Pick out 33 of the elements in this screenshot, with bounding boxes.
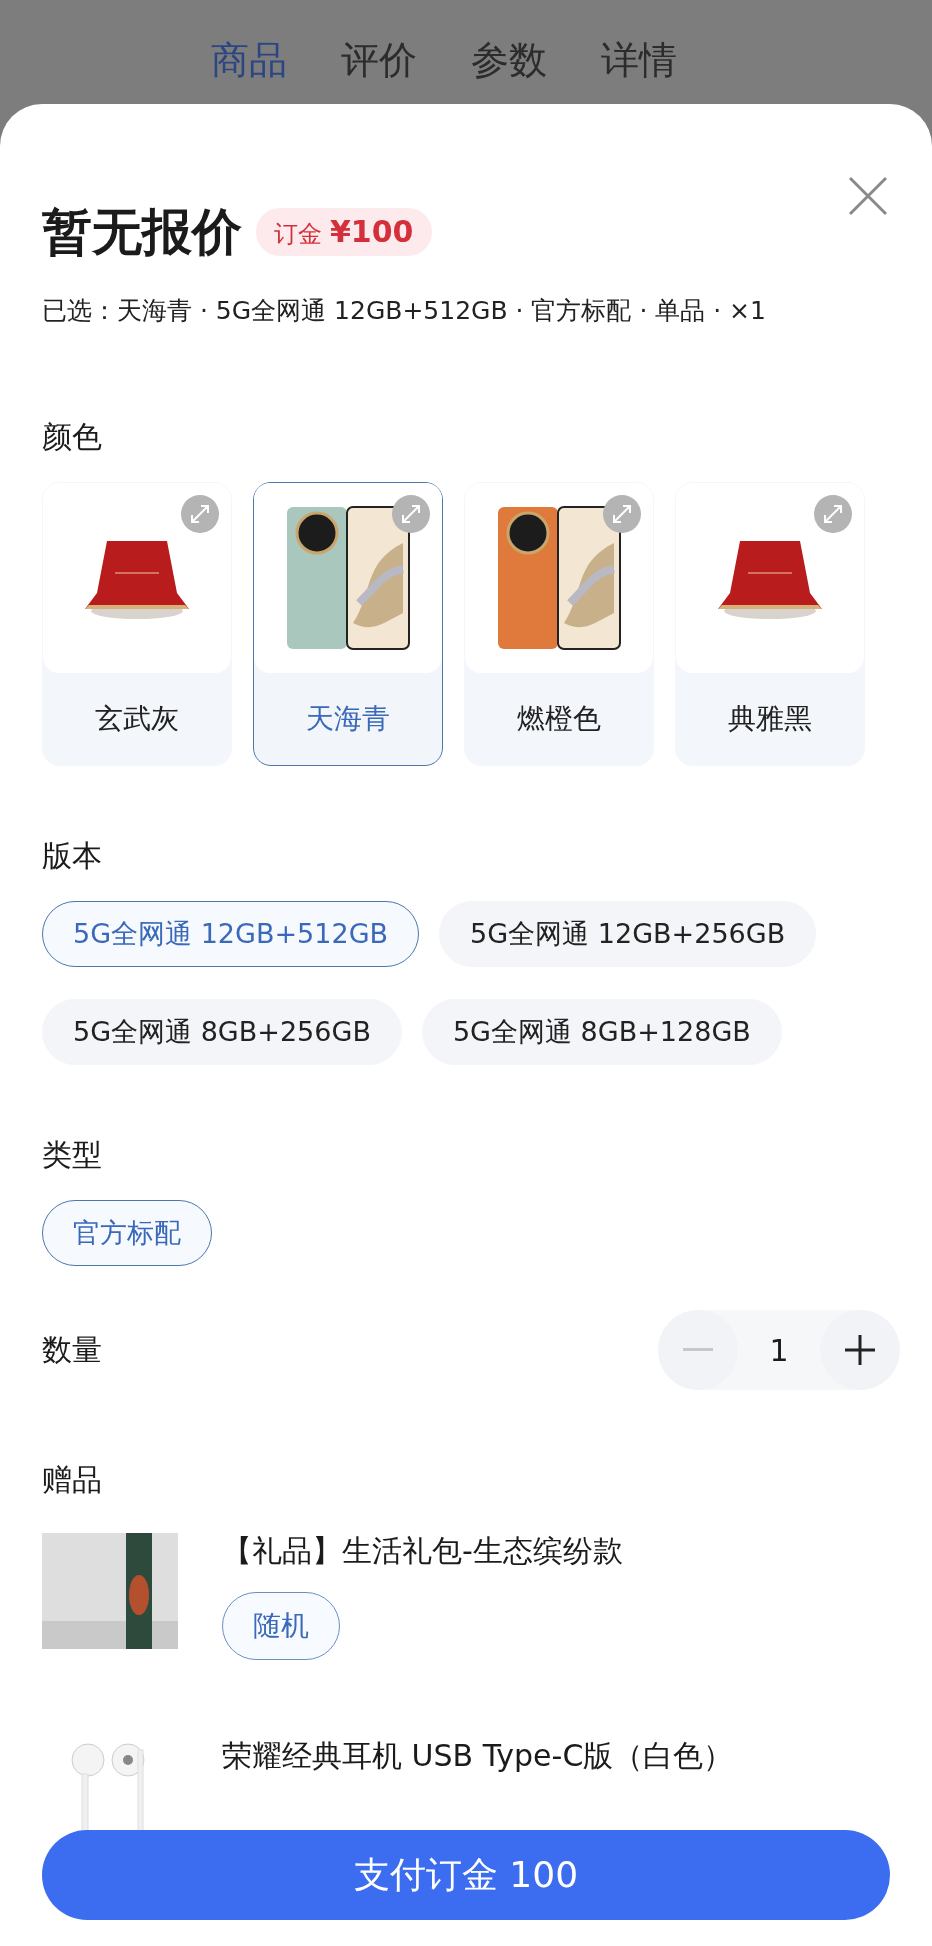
expand-icon[interactable] [181,495,219,533]
deposit-label: 订金 [274,219,322,250]
section-heading: 数量 [42,1330,102,1369]
section-heading: 类型 [42,1136,103,1174]
gift-option[interactable]: 随机 [222,1592,340,1660]
plus-icon [845,1335,875,1365]
quantity-value: 1 [768,1332,790,1368]
expand-icon[interactable] [814,495,852,533]
tab[interactable]: 详情 [595,34,683,104]
selection-summary: 已选：天海青 · 5G全网通 12GB+512GB · 官方标配 · 单品 · ×1 [42,295,767,327]
section-heading: 版本 [42,837,103,875]
gift-name: 【礼品】生活礼包-生态缤纷款 [222,1532,623,1570]
section-heading: 赠品 [42,1461,103,1499]
pay-deposit-button[interactable]: 支付订金 100 [42,1830,890,1920]
expand-icon[interactable] [392,495,430,533]
version-option[interactable]: 5G全网通 12GB+256GB [439,901,817,967]
deposit-price: ¥100 [330,214,414,249]
section-heading: 颜色 [42,418,103,456]
close-icon[interactable] [846,174,890,218]
price-title: 暂无报价 [42,201,242,263]
version-option[interactable]: 5G全网通 8GB+256GB [42,999,402,1065]
version-option[interactable]: 5G全网通 12GB+512GB [42,901,420,967]
gift-name: 荣耀经典耳机 USB Type-C版（白色） [222,1737,734,1775]
version-option[interactable]: 5G全网通 8GB+128GB [421,999,782,1065]
tab[interactable]: 评价 [335,34,423,104]
minus-icon [683,1348,713,1352]
color-option-card[interactable]: 典雅黑 [675,482,865,766]
color-option-card[interactable]: 燃橙色 [464,482,654,766]
expand-icon[interactable] [603,495,641,533]
color-option-card[interactable]: 天海青 [253,482,443,766]
type-option[interactable]: 官方标配 [42,1200,212,1266]
tab[interactable]: 参数 [465,34,553,104]
color-option-card[interactable]: 玄武灰 [42,482,232,766]
